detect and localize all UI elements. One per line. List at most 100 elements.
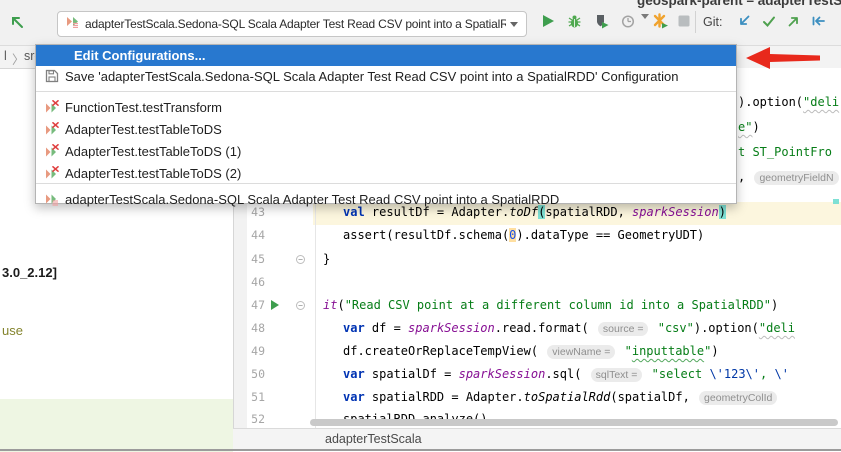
menu-item-label: AdapterTest.testTableToDS (2) — [65, 166, 241, 181]
run-configuration-select[interactable]: adapterTestScala.Sedona-SQL Scala Adapte… — [57, 11, 527, 37]
menu-item-5[interactable]: AdapterTest.testTableToDS (2) — [36, 163, 736, 185]
menu-separator — [36, 183, 736, 184]
code-line-48: var df = sparkSession.read.format( sourc… — [343, 321, 795, 337]
parameter-hint: source = — [598, 322, 649, 336]
code-token: e" — [738, 120, 752, 134]
code-token: , — [738, 170, 752, 184]
code-token: ) — [719, 205, 726, 219]
menu-item-2[interactable]: FunctionTest.testTransform — [36, 97, 736, 119]
run-test-gutter-icon[interactable] — [271, 300, 279, 310]
code-token: spatialDf = — [365, 367, 459, 381]
profiler-caret-icon[interactable] — [637, 19, 649, 37]
code-token: it — [323, 298, 337, 312]
code-token: resultDf = Adapter. — [365, 205, 510, 219]
code-line-47: it("Read CSV point at a different column… — [323, 298, 778, 314]
code-line-50: var spatialDf = sparkSession.sql( sqlTex… — [343, 367, 789, 383]
code-token: "deli — [803, 95, 839, 109]
fold-icon[interactable]: − — [296, 255, 305, 264]
scalatest-failed-icon — [45, 144, 59, 158]
code-token: ) — [752, 120, 759, 134]
stop-button[interactable] — [676, 13, 692, 29]
git-update-button[interactable] — [736, 13, 752, 29]
run-coverage-button[interactable] — [593, 13, 609, 29]
git-rollback-button[interactable] — [810, 13, 826, 29]
menu-item-1[interactable]: Save 'adapterTestScala.Sedona-SQL Scala … — [36, 66, 736, 90]
left-panel-use-fragment: use — [2, 323, 23, 338]
line-number: 44 — [247, 228, 265, 242]
fold-icon[interactable]: − — [296, 301, 305, 310]
horizontal-scrollbar[interactable] — [310, 419, 838, 426]
line-number: 47 — [247, 298, 265, 312]
code-fragment-1: e") — [738, 120, 760, 136]
line-number: 49 — [247, 344, 265, 358]
scalatest-config-icon — [66, 15, 79, 33]
menu-item-4[interactable]: AdapterTest.testTableToDS (1) — [36, 141, 736, 163]
debug-button[interactable] — [566, 13, 582, 29]
code-token: inputtable — [632, 344, 704, 358]
profiler-starburst-button[interactable] — [652, 13, 668, 29]
code-token: ) — [711, 344, 718, 358]
git-push-button[interactable] — [786, 13, 802, 29]
left-panel-module-fragment: 3.0_2.12] — [2, 265, 57, 280]
profiler-button[interactable] — [620, 13, 636, 29]
scalatest-failed-icon — [45, 166, 59, 180]
back-arrow-icon[interactable] — [8, 13, 26, 31]
code-token: (spatialDf, — [610, 390, 697, 404]
error-stripe-mark — [833, 199, 839, 204]
code-line-45: } — [323, 252, 330, 268]
code-token: df = — [365, 321, 408, 335]
code-line-43: val resultDf = Adapter.toDf(spatialRDD, … — [343, 205, 726, 221]
code-token: var — [343, 367, 365, 381]
line-number: 45 — [247, 252, 265, 266]
bottom-breadcrumb-item[interactable]: adapterTestScala — [325, 432, 422, 446]
code-token: ) — [771, 298, 778, 312]
menu-item-label: FunctionTest.testTransform — [65, 100, 222, 115]
code-line-51: var spatialRDD = Adapter.toSpatialRdd(sp… — [343, 390, 779, 406]
menu-item-label: AdapterTest.testTableToDS (1) — [65, 144, 241, 159]
chevron-down-icon — [510, 22, 518, 27]
breadcrumb-prefix[interactable]: l — [4, 49, 7, 63]
run-button[interactable] — [540, 13, 556, 29]
scalatest-failed-icon — [45, 122, 59, 136]
run-configurations-popup: Edit Configurations... Save 'adapterTestS… — [35, 44, 737, 204]
code-token: spatialRDD = Adapter. — [365, 390, 524, 404]
code-token: ).dataType == GeometryUDT) — [516, 228, 704, 242]
line-number: 48 — [247, 321, 265, 335]
git-commit-button[interactable] — [761, 13, 777, 29]
line-number: 50 — [247, 367, 265, 381]
parameter-hint: viewName = — [547, 345, 615, 359]
scalatest-config-icon — [45, 192, 59, 206]
code-fragment-2: t ST_PointFro — [738, 145, 832, 161]
code-token: "Read CSV point at a different column id… — [345, 298, 771, 312]
parameter-hint: sqlText = — [591, 368, 643, 382]
code-token: "deli — [759, 321, 795, 335]
line-number: 51 — [247, 390, 265, 404]
code-token: } — [323, 252, 330, 266]
menu-separator — [36, 91, 736, 92]
code-token: .sql( — [545, 367, 588, 381]
code-token: t ST_PointFro — [738, 145, 832, 159]
code-token — [650, 321, 657, 335]
parameter-hint: geometryColId — [699, 391, 777, 405]
code-token: ).option( — [738, 95, 803, 109]
code-token: assert(resultDf.schema( — [343, 228, 509, 242]
line-number: 52 — [247, 412, 265, 426]
annotation-arrow — [744, 45, 822, 76]
run-configuration-label: adapterTestScala.Sedona-SQL Scala Adapte… — [85, 17, 506, 31]
menu-item-label: AdapterTest.testTableToDS — [65, 122, 222, 137]
menu-item-0[interactable]: Edit Configurations... — [36, 45, 736, 66]
menu-item-label: Edit Configurations... — [74, 48, 205, 63]
menu-item-6[interactable]: adapterTestScala.Sedona-SQL Scala Adapte… — [36, 189, 736, 207]
code-token: var — [343, 390, 365, 404]
git-label: Git: — [703, 15, 722, 29]
menu-item-label: Save 'adapterTestScala.Sedona-SQL Scala … — [65, 69, 678, 84]
menu-item-label: adapterTestScala.Sedona-SQL Scala Adapte… — [65, 192, 559, 207]
code-token: sparkSession — [408, 321, 495, 335]
code-token: \' — [774, 367, 788, 381]
menu-item-3[interactable]: AdapterTest.testTableToDS — [36, 119, 736, 141]
code-line-44: assert(resultDf.schema(0).dataType == Ge… — [343, 228, 704, 244]
code-token: sparkSession — [632, 205, 719, 219]
window-title: geospark-parent – adapterTestScala.scala — [637, 0, 841, 8]
vcs-added-block: pache.sedona.sql — [0, 399, 233, 452]
line-number: 46 — [247, 275, 265, 289]
